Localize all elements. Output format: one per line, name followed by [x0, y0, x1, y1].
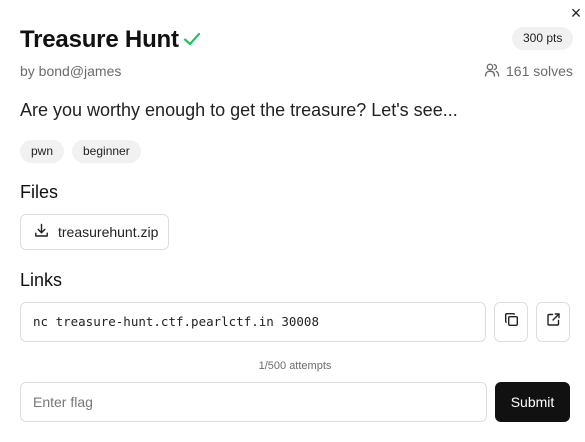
links-heading: Links: [20, 270, 63, 290]
external-link-icon: [546, 312, 561, 332]
submit-button[interactable]: Submit: [495, 382, 570, 422]
download-icon: [34, 223, 58, 241]
copy-button[interactable]: [494, 302, 528, 342]
connection-command[interactable]: nc treasure-hunt.ctf.pearlctf.in 30008: [20, 302, 486, 342]
open-link-button[interactable]: [536, 302, 570, 342]
check-icon: [182, 30, 202, 48]
file-name: treasurehunt.zip: [58, 224, 159, 240]
close-button[interactable]: ×: [568, 4, 584, 22]
challenge-description: Are you worthy enough to get the treasur…: [20, 100, 458, 120]
files-heading: Files: [20, 182, 59, 202]
solves-label: 161 solves: [506, 63, 573, 79]
file-download-button[interactable]: treasurehunt.zip: [20, 214, 169, 250]
points-badge: 300 pts: [512, 27, 574, 50]
solves-count: 161 solves: [484, 62, 573, 80]
attempts-counter: 1/500 attempts: [258, 360, 332, 372]
users-icon: [484, 62, 506, 81]
tag-pwn: pwn: [20, 140, 65, 163]
copy-icon: [504, 312, 519, 332]
author-label: by bond@james: [20, 63, 122, 79]
tag-beginner: beginner: [72, 140, 141, 163]
challenge-title: Treasure Hunt: [20, 26, 179, 53]
flag-input[interactable]: [20, 382, 487, 422]
